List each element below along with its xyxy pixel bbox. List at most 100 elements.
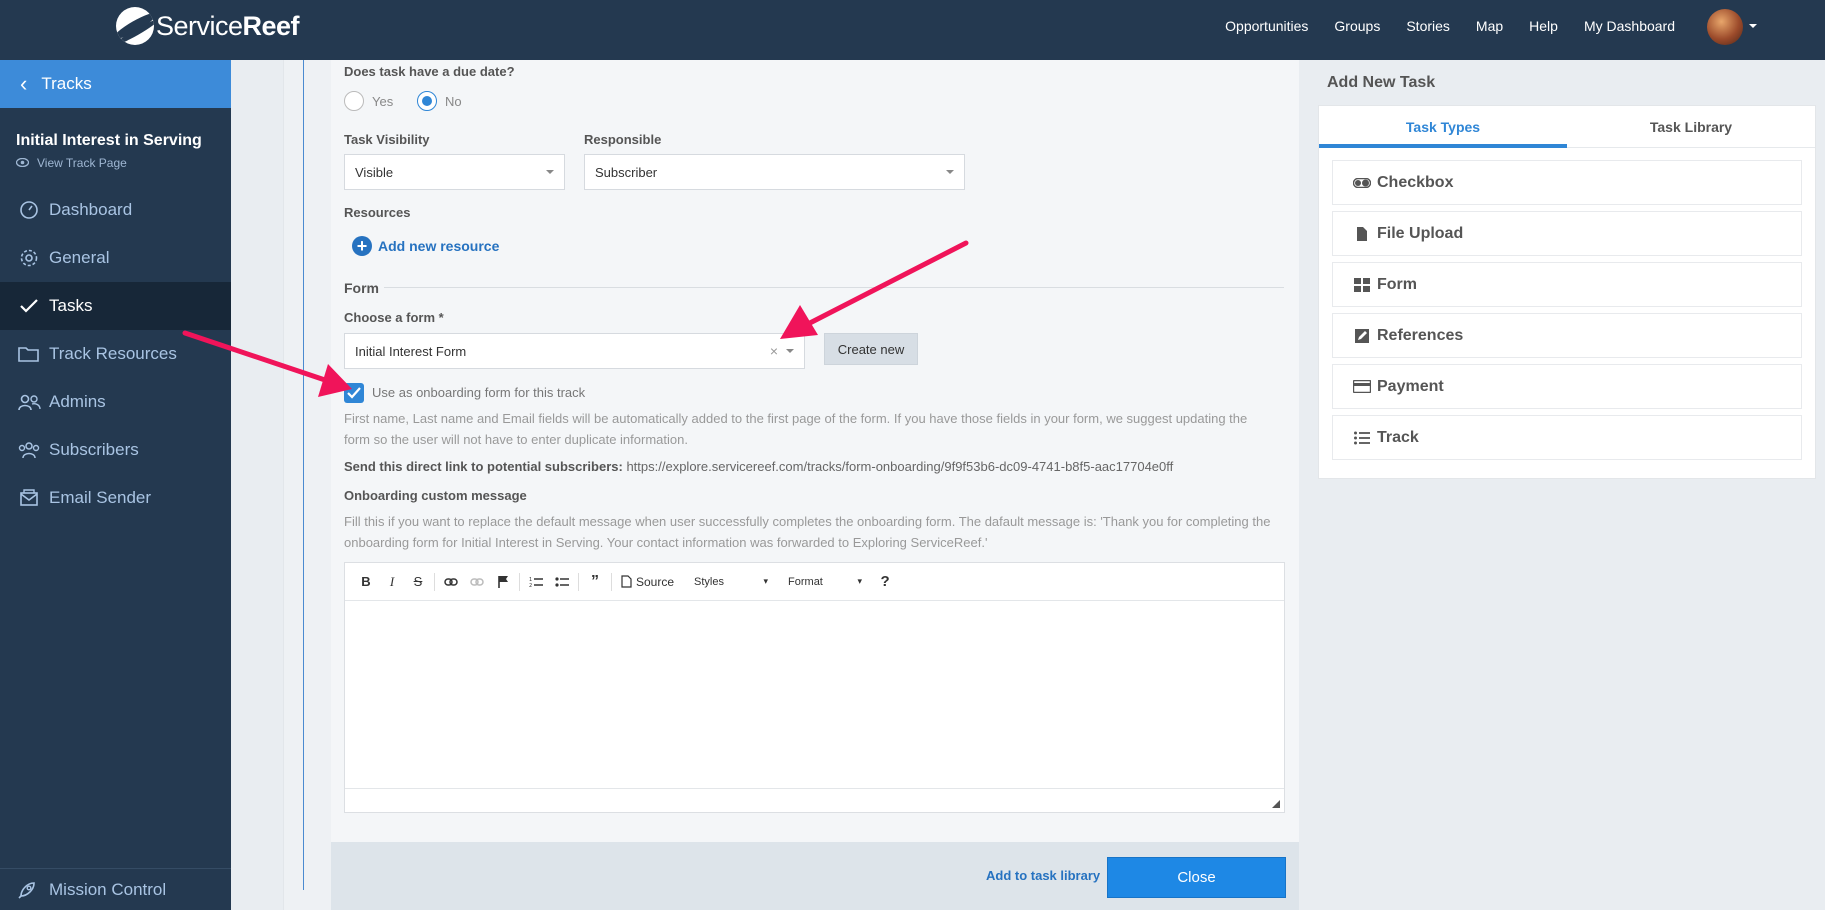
nav-opportunities[interactable]: Opportunities [1225, 18, 1308, 34]
direct-link-row: Send this direct link to potential subsc… [344, 459, 1173, 474]
strikethrough-icon[interactable]: S [405, 571, 431, 593]
direct-link-label: Send this direct link to potential subsc… [344, 459, 623, 474]
italic-icon[interactable]: I [379, 571, 405, 593]
nav-help[interactable]: Help [1529, 18, 1558, 34]
unlink-icon[interactable] [464, 571, 490, 593]
toolbar-separator [578, 572, 579, 591]
eye-icon [15, 156, 30, 170]
sidebar-item-dashboard[interactable]: Dashboard [0, 186, 231, 234]
add-new-task-title: Add New Task [1327, 74, 1436, 91]
responsible-select[interactable]: Subscriber [584, 154, 965, 190]
direct-link-url[interactable]: https://explore.servicereef.com/tracks/f… [626, 459, 1173, 474]
task-type-checkbox[interactable]: Checkbox [1332, 160, 1802, 205]
sidebar-item-admins[interactable]: Admins [0, 378, 231, 426]
blockquote-icon[interactable]: ” [582, 571, 608, 593]
styles-dropdown[interactable]: Styles ▾ [694, 576, 774, 588]
sidebar-item-track-resources[interactable]: Track Resources [0, 330, 231, 378]
sidebar-item-tasks[interactable]: Tasks [0, 282, 231, 330]
task-types-card: Task Types Task Library Checkbox File Up… [1318, 105, 1816, 479]
servicereef-logo[interactable]: ServiceReef [116, 6, 300, 46]
timeline-line [303, 60, 304, 890]
nav-stories[interactable]: Stories [1406, 18, 1450, 34]
nav-my-dashboard[interactable]: My Dashboard [1584, 18, 1675, 34]
add-to-task-library-link[interactable]: Add to task library [986, 868, 1100, 883]
toolbar-separator [519, 572, 520, 591]
close-button[interactable]: Close [1107, 857, 1286, 898]
numbered-list-icon[interactable]: 12 [523, 571, 549, 593]
choose-form-select[interactable]: Initial Interest Form × [344, 333, 805, 369]
view-track-page-label: View Track Page [37, 156, 127, 170]
tab-task-library[interactable]: Task Library [1567, 106, 1815, 147]
onboarding-help-line-1: First name, Last name and Email fields w… [344, 411, 1248, 426]
resize-handle-icon[interactable] [1272, 800, 1280, 808]
task-type-label: Track [1377, 428, 1419, 446]
link-icon[interactable] [438, 571, 464, 593]
track-title: Initial Interest in Serving [16, 132, 202, 149]
bulleted-list-icon[interactable] [549, 571, 575, 593]
choose-form-label: Choose a form * [344, 310, 444, 325]
source-button[interactable]: Source [621, 575, 674, 589]
clear-icon[interactable]: × [770, 343, 778, 359]
sidebar-item-label: Dashboard [49, 200, 133, 219]
task-type-track[interactable]: Track [1332, 415, 1802, 460]
onboarding-form-checkbox[interactable] [344, 383, 364, 403]
task-visibility-value: Visible [355, 164, 394, 180]
timeline-gutter [283, 60, 331, 910]
task-type-label: Payment [1377, 377, 1444, 395]
due-date-yes-radio[interactable] [344, 91, 364, 111]
nav-groups[interactable]: Groups [1334, 18, 1380, 34]
rich-text-editor: B I S 12 ” Source Styles ▾ Format ▾ ? [344, 562, 1285, 813]
add-new-resource-button[interactable]: + Add new resource [352, 236, 499, 256]
task-type-file-upload[interactable]: File Upload [1332, 211, 1802, 256]
bold-icon[interactable]: B [353, 571, 379, 593]
admins-icon [17, 392, 41, 412]
task-type-label: File Upload [1377, 224, 1464, 242]
view-track-page-link[interactable]: View Track Page [0, 150, 231, 170]
top-nav: Opportunities Groups Stories Map Help My… [1199, 0, 1675, 52]
anchor-flag-icon[interactable] [490, 571, 516, 593]
custom-message-label: Onboarding custom message [344, 488, 527, 503]
task-visibility-label: Task Visibility [344, 132, 430, 147]
sidebar-item-label: Subscribers [49, 440, 139, 459]
list-icon [1353, 430, 1371, 446]
editor-status-bar [345, 788, 1284, 812]
sidebar-item-subscribers[interactable]: Subscribers [0, 426, 231, 474]
rocket-icon [17, 880, 41, 900]
check-icon [347, 387, 361, 399]
format-dropdown[interactable]: Format ▾ [788, 576, 868, 588]
mission-control-label: Mission Control [49, 879, 167, 899]
task-type-form[interactable]: Form [1332, 262, 1802, 307]
avatar-caret-icon[interactable] [1749, 24, 1757, 28]
sidebar-item-label: Admins [49, 392, 106, 411]
sidebar-item-label: Track Resources [49, 344, 177, 363]
dashboard-icon [17, 200, 41, 220]
due-date-no-radio[interactable] [417, 91, 437, 111]
tracks-back-button[interactable]: ‹ Tracks [0, 60, 231, 108]
gear-icon [17, 248, 41, 268]
svg-text:2: 2 [529, 583, 532, 588]
envelope-icon [17, 488, 41, 508]
check-icon [17, 296, 41, 316]
user-avatar[interactable] [1707, 9, 1743, 45]
chevron-down-icon [546, 170, 554, 174]
task-visibility-select[interactable]: Visible [344, 154, 565, 190]
tab-task-types[interactable]: Task Types [1319, 106, 1567, 148]
create-new-form-button[interactable]: Create new [824, 333, 918, 365]
sidebar-item-email-sender[interactable]: Email Sender [0, 474, 231, 522]
file-icon [1353, 226, 1371, 242]
logo-text-bold: Reef [242, 10, 300, 41]
tracks-back-label: Tracks [41, 74, 92, 93]
task-type-references[interactable]: References [1332, 313, 1802, 358]
editor-content-area[interactable] [345, 601, 1284, 789]
sidebar-menu: Dashboard General Tasks Track Resources … [0, 186, 231, 522]
folder-icon [17, 344, 41, 364]
nav-map[interactable]: Map [1476, 18, 1503, 34]
sidebar-item-general[interactable]: General [0, 234, 231, 282]
mission-control-link[interactable]: Mission Control [0, 868, 231, 910]
help-icon[interactable]: ? [872, 571, 898, 593]
grid-icon [1353, 277, 1371, 293]
task-type-payment[interactable]: Payment [1332, 364, 1802, 409]
sidebar-item-label: Tasks [49, 296, 93, 315]
toggle-icon [1353, 175, 1371, 191]
edit-icon [1353, 328, 1371, 344]
